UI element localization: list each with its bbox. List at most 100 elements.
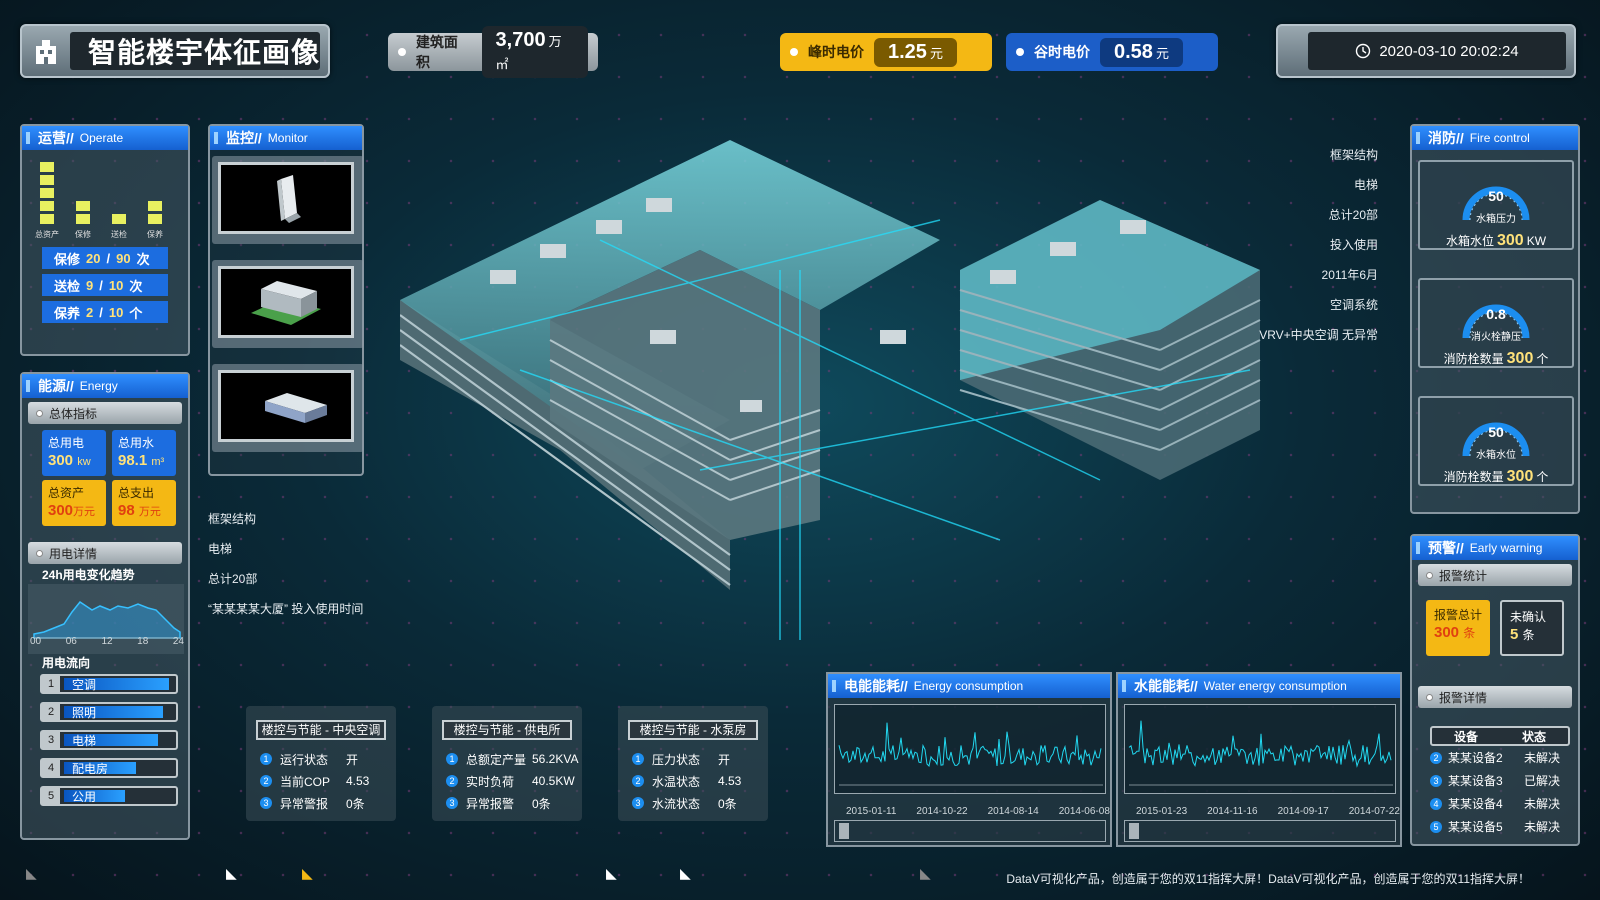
tick-label: 06 bbox=[65, 636, 77, 647]
date-tick-label: 2015-01-23 bbox=[1136, 806, 1188, 817]
bullet-icon bbox=[36, 409, 43, 417]
arrow-icon: ◣ bbox=[920, 865, 931, 881]
overall-indicators-header[interactable]: 总体指标 bbox=[28, 402, 182, 424]
date-tick-label: 2014-09-17 bbox=[1277, 806, 1329, 817]
date-tick-label: 2014-11-16 bbox=[1207, 806, 1258, 817]
fire-control-panel: 消防//Fire control 50 水箱压力 水箱水位 300 KW 0.8 消火栓静… bbox=[1410, 124, 1580, 514]
slider-handle[interactable] bbox=[839, 823, 849, 839]
alarm-table-header: 设备 状态 bbox=[1430, 726, 1570, 746]
operate-bar bbox=[76, 198, 90, 224]
monitor-camera-3[interactable] bbox=[218, 370, 354, 442]
gauge-name: 水箱压力 bbox=[1476, 214, 1516, 225]
control-status-row: 1 压力状态开 bbox=[618, 748, 768, 770]
operate-panel: 运营//Operate 总资产 保修 送检 保养 保修 20/90 次送检 9/10 次保养 2… bbox=[20, 124, 190, 356]
control-card-title: 楼控与节能 - 水泵房 bbox=[628, 720, 758, 740]
control-status-row: 3 异常报警 0条 bbox=[432, 792, 582, 814]
arrow-icon: ◣ bbox=[226, 865, 237, 881]
gauge-caption: 消防栓数量 300 个 bbox=[1443, 350, 1549, 367]
control-card-title: 楼控与节能 - 中央空调 bbox=[256, 720, 386, 740]
peak-price-pill: 峰时电价 1.25 元 bbox=[780, 33, 992, 71]
building-info-label: 框架结构 bbox=[1329, 148, 1378, 162]
datetime-box: 2020-03-10 20:02:24 bbox=[1276, 24, 1576, 78]
operate-stat-row: 送检 9/10 次 bbox=[42, 274, 168, 296]
valley-price-pill: 谷时电价 0.58 元 bbox=[1006, 33, 1218, 71]
gauge-caption: 消防栓数量 300 个 bbox=[1443, 468, 1549, 485]
bar-label: 保修 bbox=[75, 230, 91, 239]
water-range-slider[interactable] bbox=[1124, 820, 1396, 842]
energy-consumption-chart bbox=[834, 704, 1106, 794]
power-flow-item[interactable]: 2 照明 bbox=[40, 702, 178, 722]
alarm-row[interactable]: 3 某某设备3 已解决 bbox=[1430, 769, 1570, 792]
tick-label: 00 bbox=[30, 636, 42, 647]
gauge-name: 消火栓静压 bbox=[1471, 332, 1521, 343]
valley-label: 谷时电价 bbox=[1034, 44, 1090, 60]
area-label: 建筑面积 bbox=[415, 34, 458, 70]
date-tick-label: 2014-10-22 bbox=[916, 806, 968, 817]
status-dot-icon bbox=[398, 48, 406, 56]
slider-handle[interactable] bbox=[1129, 823, 1139, 839]
building-info-label: 投入使用 bbox=[1329, 238, 1378, 252]
power-flow-item[interactable]: 1 空调 bbox=[40, 674, 178, 694]
power-flow-item[interactable]: 5 公用 bbox=[40, 786, 178, 806]
control-status-row: 1 运行状态开 bbox=[246, 748, 396, 770]
tick-label: 18 bbox=[137, 636, 149, 647]
building-info-label: 总计20部 bbox=[208, 572, 258, 586]
warning-title: 预警//Early warning bbox=[1412, 536, 1578, 560]
building-info-label: 电梯 bbox=[208, 542, 233, 556]
bar-label: 送检 bbox=[111, 230, 127, 239]
control-card-title: 楼控与节能 - 供电所 bbox=[442, 720, 572, 740]
bar-label: 总资产 bbox=[35, 230, 59, 239]
energy-range-slider[interactable] bbox=[834, 820, 1106, 842]
power-flow-item[interactable]: 3 电梯 bbox=[40, 730, 178, 750]
gauge-name: 水箱水位 bbox=[1476, 450, 1516, 461]
title-box: 智能楼宇体征画像 bbox=[20, 24, 330, 78]
gauge-value: 50 bbox=[1488, 188, 1504, 204]
bullet-icon bbox=[1426, 571, 1433, 579]
building-control-card: 楼控与节能 - 中央空调 1 运行状态开 2 当前COP 4.53 3 异常警报 0条 bbox=[246, 706, 396, 821]
clock-icon bbox=[1356, 43, 1371, 59]
total-spend-tile: 总支出 98 万元 bbox=[112, 480, 176, 526]
power-detail-header[interactable]: 用电详情 bbox=[28, 542, 182, 564]
alarm-row[interactable]: 2 某某设备2 未解决 bbox=[1430, 746, 1570, 769]
arrow-icon: ◣ bbox=[26, 865, 37, 881]
alarm-table: 设备 状态 2 某某设备2 未解决 3 某某设备3 已解决 4 某某设备4 未解决 5 某某设备5 未解… bbox=[1430, 726, 1570, 838]
tick-label: 24 bbox=[172, 636, 184, 647]
alarm-row[interactable]: 4 某某设备4 未解决 bbox=[1430, 792, 1570, 815]
fire-gauge: 0.8 消火栓静压消防栓数量 300 个 bbox=[1418, 278, 1574, 368]
alarm-unconfirmed-tile: 未确认 5 条 bbox=[1500, 600, 1564, 656]
monitor-camera-1[interactable] bbox=[218, 162, 354, 234]
arrow-icon: ◣ bbox=[606, 865, 617, 881]
monitor-title: 监控//Monitor bbox=[210, 126, 362, 150]
energy-title: 能源//Energy bbox=[22, 374, 188, 398]
building-info-label: 空调系统 bbox=[1329, 298, 1378, 312]
date-tick-label: 2014-06-08 bbox=[1058, 806, 1110, 817]
alarm-total-tile: 报警总计 300 条 bbox=[1426, 600, 1490, 656]
control-status-row: 2 实时负荷 40.5KW bbox=[432, 770, 582, 792]
energy-consumption-panel: 电能能耗//Energy consumption 2015-01-11 2014-… bbox=[826, 672, 1112, 847]
alarm-row[interactable]: 5 某某设备5 未解决 bbox=[1430, 815, 1570, 838]
alarm-stats-header[interactable]: 报警统计 bbox=[1418, 564, 1572, 586]
status-dot-icon bbox=[1016, 48, 1024, 56]
bullet-icon bbox=[1426, 693, 1433, 701]
trend-title: 24h用电变化趋势 bbox=[42, 568, 135, 582]
date-tick-label: 2015-01-11 bbox=[846, 806, 897, 817]
monitor-camera-2[interactable] bbox=[218, 266, 354, 338]
building-info-label: VRV+中央空调 无异常 bbox=[1259, 328, 1378, 342]
fire-title: 消防//Fire control bbox=[1412, 126, 1578, 150]
arrow-icon: ◣ bbox=[680, 865, 691, 881]
operate-stat-row: 保修 20/90 次 bbox=[42, 247, 168, 269]
datetime-text: 2020-03-10 20:02:24 bbox=[1379, 42, 1519, 60]
alarm-details-header[interactable]: 报警详情 bbox=[1418, 686, 1572, 708]
operate-bar bbox=[40, 159, 54, 224]
date-tick-label: 2014-07-22 bbox=[1348, 806, 1400, 817]
device-cabinet-icon bbox=[277, 175, 301, 223]
energy-consumption-title: 电能能耗//Energy consumption bbox=[828, 674, 1110, 698]
power-flow-item[interactable]: 4 配电房 bbox=[40, 758, 178, 778]
control-status-row: 2 当前COP 4.53 bbox=[246, 770, 396, 792]
server-unit-icon bbox=[265, 393, 327, 423]
gauge-value: 0.8 bbox=[1486, 306, 1506, 322]
building-icon bbox=[36, 40, 56, 64]
building-info-label: 框架结构 bbox=[208, 512, 257, 526]
bar-label: 保养 bbox=[147, 230, 163, 239]
flow-title: 用电流向 bbox=[42, 656, 91, 670]
